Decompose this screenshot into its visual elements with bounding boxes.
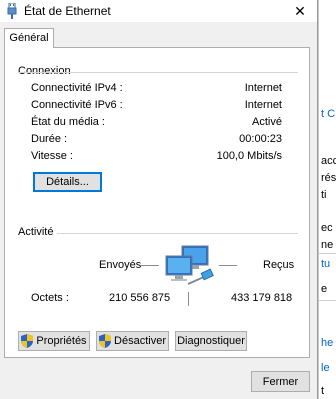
connection-group-title: Connexion [18, 65, 71, 77]
properties-label: Propriétés [36, 335, 87, 347]
octets-label: Octets : [31, 292, 69, 304]
tab-general-label: Général [9, 32, 49, 44]
close-icon: ✕ [294, 3, 306, 19]
properties-button[interactable]: Propriétés [18, 331, 90, 351]
background-text: ec [321, 222, 333, 234]
uac-shield-icon [21, 334, 34, 348]
background-text: t C [321, 108, 336, 120]
background-window: t C acc rés ti ec ne tu e he le t [318, 0, 336, 399]
ethernet-plug-icon [7, 3, 17, 19]
ethernet-status-dialog: État de Ethernet ✕ Général Connexion Con… [0, 0, 318, 399]
uac-shield-icon [99, 334, 112, 348]
ipv6-label: Connectivité IPv6 : [31, 99, 123, 111]
media-state-label: État du média : [31, 116, 105, 128]
details-button[interactable]: Détails... [33, 172, 102, 192]
activity-group-title: Activité [18, 226, 54, 238]
group-divider [18, 72, 298, 73]
group-divider [57, 233, 298, 234]
background-link: tu [321, 258, 331, 270]
close-window-button[interactable]: ✕ [285, 0, 315, 22]
background-text: t [321, 385, 325, 397]
title-bar: État de Ethernet ✕ [0, 0, 317, 22]
background-text: e [321, 283, 328, 295]
ipv6-value: Internet [244, 99, 282, 111]
duration-value: 00:00:23 [239, 133, 282, 145]
background-text: acc [321, 155, 336, 167]
network-computers-icon [165, 245, 214, 285]
background-link: he [321, 337, 334, 349]
received-label: Reçus [263, 259, 295, 271]
activity-divider [188, 292, 189, 306]
diagnose-button[interactable]: Diagnostiquer [175, 331, 247, 351]
received-line [219, 265, 237, 266]
media-state-value: Activé [252, 116, 282, 128]
background-link: le [321, 362, 330, 374]
sent-bytes-value: 210 556 875 [109, 292, 171, 304]
sent-label: Envoyés [99, 259, 142, 271]
tab-panel-general: Connexion Connectivité IPv4 : Internet C… [4, 47, 310, 358]
background-text: ne [321, 239, 334, 251]
speed-label: Vitesse : [31, 150, 73, 162]
window-title: État de Ethernet [24, 4, 111, 18]
sent-line [141, 265, 159, 266]
close-button[interactable]: Fermer [251, 371, 310, 392]
background-text: rés [321, 172, 336, 184]
disable-button[interactable]: Désactiver [96, 331, 169, 351]
ipv4-label: Connectivité IPv4 : [31, 82, 123, 94]
ipv4-value: Internet [244, 82, 282, 94]
received-bytes-value: 433 179 818 [231, 292, 293, 304]
background-text: ti [321, 189, 327, 201]
speed-value: 100,0 Mbits/s [216, 150, 282, 162]
disable-label: Désactiver [114, 335, 166, 347]
tab-general[interactable]: Général [4, 28, 54, 48]
duration-label: Durée : [31, 133, 68, 145]
